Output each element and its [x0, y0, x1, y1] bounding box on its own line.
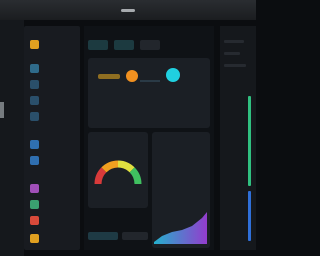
mail-icon	[30, 139, 39, 149]
green-indicator	[248, 96, 251, 186]
area-chart-card	[152, 132, 210, 248]
gauge-segment-red	[94, 167, 107, 185]
leaf-icon	[30, 199, 39, 209]
panel-handle[interactable]	[0, 102, 4, 118]
tab-bar	[88, 40, 160, 50]
sidebar-item[interactable]	[30, 154, 74, 166]
gauge-segment-green	[129, 167, 142, 185]
dashboard-icon	[30, 39, 39, 49]
gear-icon	[30, 233, 39, 243]
area-series	[154, 212, 207, 244]
sidebar-item[interactable]	[30, 94, 74, 106]
folder-icon	[30, 111, 39, 121]
tab-analytics[interactable]	[114, 40, 134, 50]
sidebar-item[interactable]	[30, 62, 74, 74]
user-icon	[30, 95, 39, 105]
footer-secondary-button[interactable]	[122, 232, 148, 240]
gauge-card	[88, 132, 148, 208]
sidebar	[24, 26, 80, 250]
footer-action-button[interactable]	[88, 232, 118, 240]
tag-icon	[30, 215, 39, 225]
orange-metric-icon	[126, 70, 138, 82]
metric-line	[140, 80, 160, 82]
right-panel-line	[224, 52, 240, 55]
gauge-chart	[94, 160, 142, 185]
tab-reports[interactable]	[140, 40, 160, 50]
sidebar-item[interactable]	[30, 138, 74, 150]
left-edge-panel	[0, 20, 24, 256]
metric-bar	[98, 74, 120, 79]
metrics-card	[88, 58, 210, 128]
gauge-segment-orange	[101, 160, 119, 173]
right-panel-line	[224, 64, 246, 67]
sidebar-item[interactable]	[30, 38, 74, 50]
flag-icon	[30, 183, 39, 193]
right-panel-line	[224, 40, 244, 43]
window-titlebar	[0, 0, 256, 20]
sidebar-item[interactable]	[30, 214, 74, 226]
sidebar-item[interactable]	[30, 78, 74, 90]
sidebar-item[interactable]	[30, 182, 74, 194]
bell-icon	[30, 155, 39, 165]
main-dashboard	[84, 26, 214, 250]
chart-icon	[30, 63, 39, 73]
window-title	[121, 9, 135, 12]
cyan-metric-icon	[166, 68, 180, 82]
sidebar-item[interactable]	[30, 110, 74, 122]
list-icon	[30, 79, 39, 89]
gauge-segment-yellow	[117, 160, 135, 173]
tab-overview[interactable]	[88, 40, 108, 50]
area-chart	[154, 212, 207, 244]
sidebar-item[interactable]	[30, 198, 74, 210]
right-panel	[220, 26, 256, 250]
sidebar-item[interactable]	[30, 232, 74, 244]
blue-indicator	[248, 191, 251, 241]
